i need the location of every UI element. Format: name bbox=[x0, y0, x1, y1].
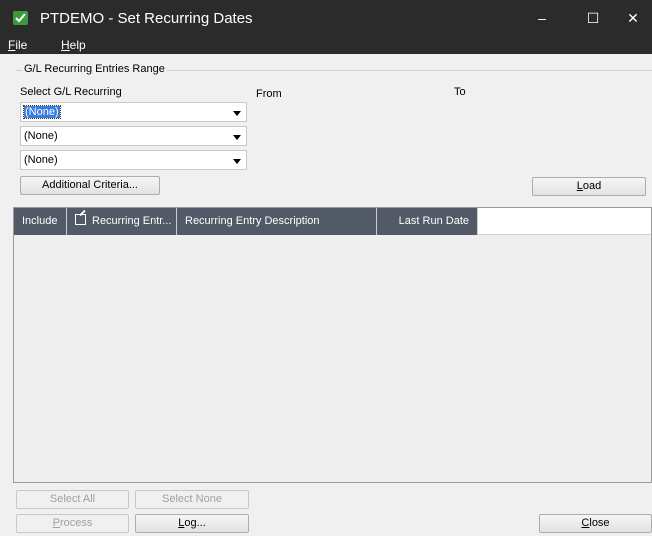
additional-criteria-button[interactable]: Additional Criteria... bbox=[20, 176, 160, 195]
edit-icon bbox=[75, 214, 86, 225]
process-label: rocess bbox=[59, 517, 93, 529]
to-label: To bbox=[454, 86, 466, 98]
select-none-button[interactable]: Select None bbox=[135, 490, 249, 509]
process-button[interactable]: Process bbox=[16, 514, 129, 533]
load-button[interactable]: Load bbox=[532, 177, 646, 196]
col-description[interactable]: Recurring Entry Description bbox=[177, 208, 377, 235]
log-button[interactable]: Log... bbox=[135, 514, 249, 533]
col-recurring-entry[interactable]: Recurring Entr... bbox=[67, 208, 177, 235]
close-label: lose bbox=[589, 517, 610, 529]
range-group-legend: G/L Recurring Entries Range bbox=[22, 63, 167, 75]
menu-bar: File Help bbox=[0, 37, 652, 54]
process-accel: P bbox=[52, 517, 60, 529]
app-icon bbox=[13, 11, 28, 25]
select-all-button[interactable]: Select All bbox=[16, 490, 129, 509]
log-label: og... bbox=[184, 517, 206, 529]
col-include[interactable]: Include bbox=[14, 208, 67, 235]
menu-file-label: ile bbox=[15, 38, 28, 52]
minimize-button[interactable]: – bbox=[520, 0, 564, 37]
window-title: PTDEMO - Set Recurring Dates bbox=[40, 10, 253, 27]
close-button[interactable]: Close bbox=[539, 514, 652, 533]
recurring-entries-grid[interactable]: Include Recurring Entr... Recurring Entr… bbox=[13, 207, 652, 483]
chevron-down-icon[interactable] bbox=[233, 135, 241, 140]
select-gl-recurring-label: Select G/L Recurring bbox=[20, 86, 122, 98]
title-bar: PTDEMO - Set Recurring Dates – ☐ ✕ bbox=[0, 0, 652, 37]
menu-file[interactable]: File bbox=[8, 38, 27, 52]
gl-recurring-combo-2[interactable]: (None) bbox=[20, 126, 247, 146]
grid-header-filler bbox=[478, 208, 651, 235]
combo-3-value: (None) bbox=[24, 154, 58, 166]
chevron-down-icon[interactable] bbox=[233, 159, 241, 164]
grid-header: Include Recurring Entr... Recurring Entr… bbox=[14, 208, 478, 235]
chevron-down-icon[interactable] bbox=[233, 111, 241, 116]
menu-help-label: elp bbox=[69, 38, 86, 52]
from-label: From bbox=[256, 88, 282, 100]
combo-1-value: (None) bbox=[23, 105, 61, 119]
gl-recurring-combo-3[interactable]: (None) bbox=[20, 150, 247, 170]
menu-help[interactable]: Help bbox=[61, 38, 86, 52]
col-last-run-date[interactable]: Last Run Date bbox=[377, 208, 478, 235]
col-recurring-entry-label: Recurring Entr... bbox=[92, 215, 172, 227]
combo-2-value: (None) bbox=[24, 130, 58, 142]
load-label: oad bbox=[582, 180, 602, 192]
maximize-button[interactable]: ☐ bbox=[571, 0, 615, 37]
gl-recurring-combo-1[interactable]: (None) bbox=[20, 102, 247, 122]
close-window-button[interactable]: ✕ bbox=[611, 0, 652, 37]
menu-help-accel: H bbox=[61, 38, 70, 52]
